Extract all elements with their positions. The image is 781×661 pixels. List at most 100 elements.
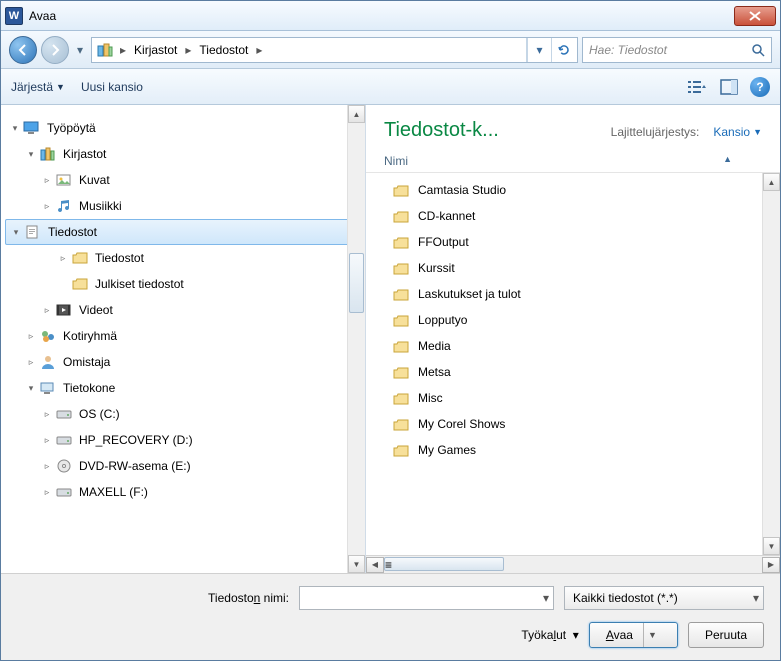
tree-item[interactable]: ▾ Työpöytä [1, 115, 365, 141]
tree-item[interactable]: ▾Tietokone [1, 375, 365, 401]
drive-icon [55, 406, 73, 422]
list-pane: Tiedostot-k... Lajittelujärjestys: Kansi… [366, 105, 780, 573]
nav-history-dropdown[interactable]: ▾ [73, 36, 87, 64]
folder-doc-icon [71, 250, 89, 266]
tree-twisty[interactable]: ▹ [41, 435, 53, 446]
scroll-thumb[interactable]: ≡ [384, 557, 504, 571]
breadcrumb-item[interactable]: Tiedostot [195, 43, 252, 57]
open-split-dropdown[interactable]: ▼ [643, 623, 661, 647]
tree-item[interactable]: ▹Videot [1, 297, 365, 323]
tree-item[interactable]: ▹MAXELL (F:) [1, 479, 365, 505]
preview-pane-button[interactable] [718, 76, 740, 98]
tree-label: Omistaja [63, 355, 110, 369]
scroll-down-button[interactable]: ▼ [763, 537, 780, 555]
file-label: My Corel Shows [418, 417, 505, 431]
forward-button[interactable] [41, 36, 69, 64]
tree-item[interactable]: ▹ Omistaja [1, 349, 365, 375]
list-item[interactable]: FFOutput [366, 229, 780, 255]
list-item[interactable]: My Corel Shows [366, 411, 780, 437]
footer: Tiedoston nimi: ▾ Kaikki tiedostot (*.*)… [1, 573, 780, 660]
sort-dropdown[interactable]: Kansio ▼ [713, 125, 762, 139]
list-item[interactable]: Laskutukset ja tulot [366, 281, 780, 307]
scroll-thumb[interactable] [349, 253, 364, 313]
list-scrollbar[interactable]: ▲ ▼ [762, 173, 780, 555]
tree-twisty[interactable]: ▹ [41, 175, 53, 186]
list-item[interactable]: My Games [366, 437, 780, 463]
sort-label: Lajittelujärjestys: [611, 125, 700, 139]
h-scrollbar[interactable]: ◀ ≡ ▶ [366, 555, 780, 573]
folder-icon [392, 365, 410, 379]
library-title: Tiedostot-k... [384, 119, 499, 142]
body: ▾Työpöytä▾Kirjastot▹Kuvat▹Musiikki▾Tiedo… [1, 105, 780, 573]
scroll-up-button[interactable]: ▲ [348, 105, 365, 123]
list-item[interactable]: CD-kannet [366, 203, 780, 229]
tree-item[interactable]: ▹ Kotiryhmä [1, 323, 365, 349]
list-item[interactable]: Metsa [366, 359, 780, 385]
tree-twisty[interactable]: ▹ [57, 253, 69, 264]
filename-input[interactable]: ▾ [299, 586, 554, 610]
tree-twisty[interactable]: ▹ [41, 409, 53, 420]
tools-button[interactable]: Työkalut ▾ [521, 628, 578, 642]
tree-label: DVD-RW-asema (E:) [79, 459, 191, 473]
breadcrumb-buttons: ▾ [526, 38, 575, 62]
filename-label: Tiedoston nimi: [208, 591, 289, 605]
folder-icon [71, 276, 89, 292]
organize-button[interactable]: Järjestä▼ [11, 80, 65, 94]
tree-item[interactable]: ▾Tiedostot [5, 219, 359, 245]
tree-pane[interactable]: ▾ Työpöytä ▾ Kirjastot ▹Kuvat▹Musiikki▾Tiedo… [1, 105, 366, 573]
tree-item[interactable]: ▾ Kirjastot [1, 141, 365, 167]
libraries-icon [39, 146, 57, 162]
tree-twisty[interactable]: ▹ [41, 305, 53, 316]
open-button[interactable]: Avaa ▼ [589, 622, 678, 648]
file-label: Misc [418, 391, 443, 405]
search-input[interactable]: Hae: Tiedostot [582, 37, 772, 63]
list-item[interactable]: Kurssit [366, 255, 780, 281]
tree-twisty[interactable]: ▹ [41, 461, 53, 472]
tree-item[interactable]: ▹Kuvat [1, 167, 365, 193]
help-button[interactable]: ? [750, 77, 770, 97]
tree-twisty[interactable]: ▾ [25, 149, 37, 160]
tree-item[interactable]: ▹Musiikki [1, 193, 365, 219]
list-item[interactable]: Media [366, 333, 780, 359]
scroll-up-button[interactable]: ▲ [763, 173, 780, 191]
file-label: My Games [418, 443, 476, 457]
view-button[interactable] [686, 76, 708, 98]
breadcrumb-dropdown[interactable]: ▾ [527, 38, 551, 62]
file-list[interactable]: Camtasia StudioCD-kannetFFOutputKurssitL… [366, 173, 780, 555]
close-button[interactable] [734, 6, 776, 26]
tree-item[interactable]: ▹ OS (C:) [1, 401, 365, 427]
open-dialog: W Avaa ▾ ▸ Kirjastot ▸ Tiedostot ▸ ▾ [0, 0, 781, 661]
filter-dropdown[interactable]: Kaikki tiedostot (*.*)▾ [564, 586, 764, 610]
tree-label: OS (C:) [79, 407, 120, 421]
tree-item[interactable]: Julkiset tiedostot [1, 271, 365, 297]
tree-label: Kirjastot [63, 147, 106, 161]
tree-label: Työpöytä [47, 121, 96, 135]
list-item[interactable]: Lopputyo [366, 307, 780, 333]
back-button[interactable] [9, 36, 37, 64]
tree-twisty[interactable]: ▹ [41, 487, 53, 498]
tree-twisty[interactable]: ▾ [9, 123, 21, 134]
column-header-name[interactable]: Nimi ▲ [366, 148, 780, 173]
tree-item[interactable]: ▹Tiedostot [1, 245, 365, 271]
tree-twisty[interactable]: ▾ [25, 383, 37, 394]
tree-twisty[interactable]: ▾ [10, 227, 22, 238]
tree-twisty[interactable]: ▹ [25, 357, 37, 368]
tree-item[interactable]: ▹HP_RECOVERY (D:) [1, 427, 365, 453]
scroll-left-button[interactable]: ◀ [366, 557, 384, 573]
new-folder-button[interactable]: Uusi kansio [81, 80, 143, 94]
toolbar: Järjestä▼ Uusi kansio ? [1, 69, 780, 105]
tree-twisty[interactable]: ▹ [25, 331, 37, 342]
tree-item[interactable]: ▹ DVD-RW-asema (E:) [1, 453, 365, 479]
tree-label: Kotiryhmä [63, 329, 117, 343]
list-item[interactable]: Camtasia Studio [366, 177, 780, 203]
tree-twisty[interactable]: ▹ [41, 201, 53, 212]
breadcrumb[interactable]: ▸ Kirjastot ▸ Tiedostot ▸ ▾ [91, 37, 578, 63]
breadcrumb-item[interactable]: Kirjastot [130, 43, 181, 57]
cancel-button[interactable]: Peruuta [688, 622, 764, 648]
scroll-down-button[interactable]: ▼ [348, 555, 365, 573]
chevron-down-icon: ▾ [543, 591, 549, 605]
refresh-button[interactable] [551, 38, 575, 62]
list-item[interactable]: Misc [366, 385, 780, 411]
tree-scrollbar[interactable]: ▲ ▼ [347, 105, 365, 573]
scroll-right-button[interactable]: ▶ [762, 557, 780, 573]
